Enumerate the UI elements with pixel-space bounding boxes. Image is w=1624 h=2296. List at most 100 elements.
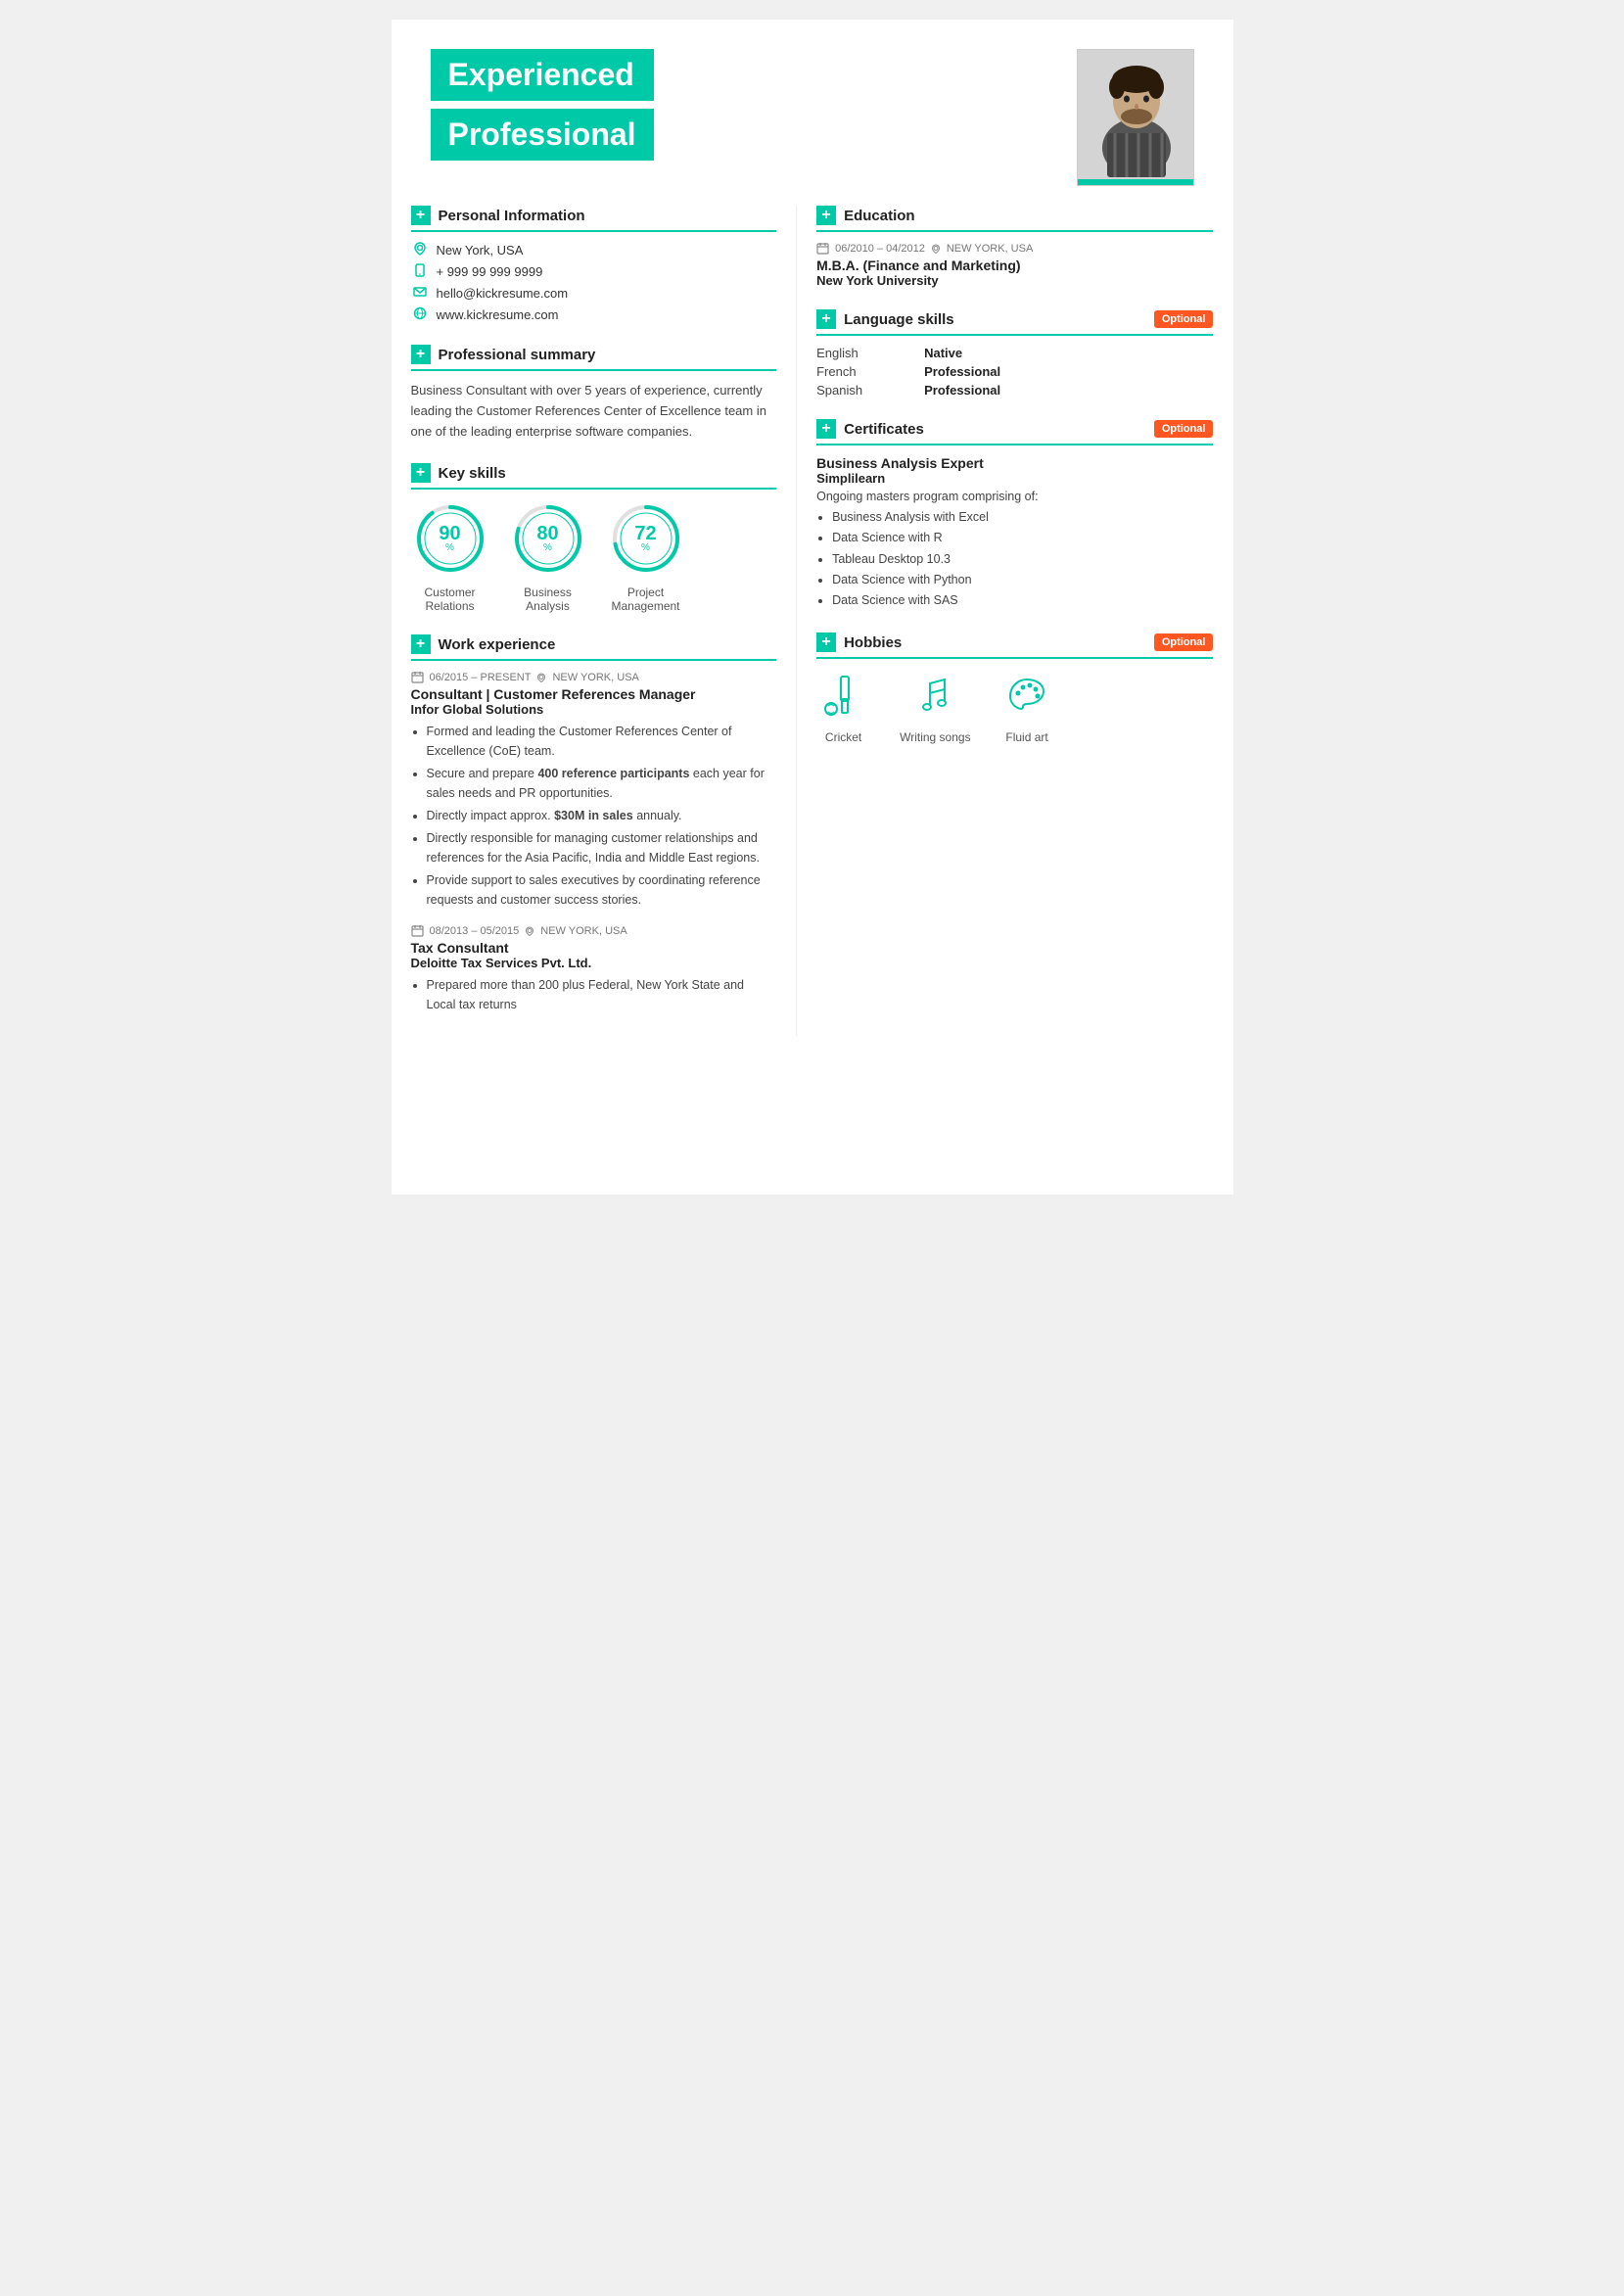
lang-row-french: French Professional bbox=[816, 364, 1213, 379]
work-bullet-1-5: Provide support to sales executives by c… bbox=[427, 870, 777, 910]
location-text: New York, USA bbox=[437, 243, 524, 258]
hobby-music-label: Writing songs bbox=[900, 730, 970, 744]
art-icon bbox=[1000, 669, 1054, 723]
language-plus-icon: + bbox=[816, 309, 836, 329]
education-section-header: + Education bbox=[816, 206, 1213, 232]
website-text: www.kickresume.com bbox=[437, 307, 559, 322]
education-plus-icon: + bbox=[816, 206, 836, 225]
skill-item-project: 72 % ProjectManagement bbox=[607, 499, 685, 613]
language-section-header: + Language skills Optional bbox=[816, 309, 1213, 336]
edu-location-1: NEW YORK, USA bbox=[947, 243, 1033, 255]
profile-photo bbox=[1077, 49, 1194, 186]
cert-bullet-5: Data Science with SAS bbox=[832, 590, 1213, 611]
work-item-2: 08/2013 – 05/2015 NEW YORK, USA Tax Cons… bbox=[411, 924, 777, 1014]
cert-bullet-2: Data Science with R bbox=[832, 528, 1213, 548]
lang-level-spanish: Professional bbox=[924, 383, 1000, 398]
email-text: hello@kickresume.com bbox=[437, 286, 569, 301]
work-bullets-2: Prepared more than 200 plus Federal, New… bbox=[411, 975, 777, 1014]
language-section-title: Language skills bbox=[844, 311, 954, 328]
lang-name-english: English bbox=[816, 346, 895, 360]
edu-degree-1: M.B.A. (Finance and Marketing) bbox=[816, 258, 1213, 273]
work-title-1: Consultant | Customer References Manager bbox=[411, 686, 777, 702]
resume-header: Experienced Professional bbox=[392, 20, 1233, 206]
work-bullet-2-1: Prepared more than 200 plus Federal, New… bbox=[427, 975, 777, 1014]
work-plus-icon: + bbox=[411, 634, 431, 654]
work-section-header: + Work experience bbox=[411, 634, 777, 661]
hobbies-section-header: + Hobbies Optional bbox=[816, 633, 1213, 659]
hobbies-plus-icon: + bbox=[816, 633, 836, 652]
edu-date-1: 06/2010 – 04/2012 bbox=[835, 243, 925, 255]
email-icon bbox=[411, 285, 429, 302]
hobbies-container: Cricket bbox=[816, 669, 1213, 744]
work-date-1: 06/2015 – PRESENT bbox=[430, 672, 532, 683]
cricket-icon bbox=[816, 669, 870, 723]
work-bullet-1-2: Secure and prepare 400 reference partici… bbox=[427, 764, 777, 803]
lang-name-spanish: Spanish bbox=[816, 383, 895, 398]
work-company-2: Deloitte Tax Services Pvt. Ltd. bbox=[411, 956, 777, 970]
phone-item: + 999 99 999 9999 bbox=[411, 263, 777, 280]
skill-circle-project: 72 % bbox=[607, 499, 685, 578]
work-section: + Work experience 06/2015 – PRESENT NEW … bbox=[411, 634, 777, 1014]
skill-item-business: 80 % BusinessAnalysis bbox=[509, 499, 587, 613]
skill-label-business: BusinessAnalysis bbox=[524, 586, 572, 613]
cert-issuer: Simplilearn bbox=[816, 471, 1213, 486]
education-section: + Education 06/2010 – 04/2012 NEW YORK, … bbox=[816, 206, 1213, 288]
personal-section-title: Personal Information bbox=[439, 208, 585, 224]
lang-row-english: English Native bbox=[816, 346, 1213, 360]
personal-section: + Personal Information New York, USA + 9… bbox=[411, 206, 777, 323]
phone-text: + 999 99 999 9999 bbox=[437, 264, 543, 279]
lang-name-french: French bbox=[816, 364, 895, 379]
work-item-1: 06/2015 – PRESENT NEW YORK, USA Consulta… bbox=[411, 671, 777, 910]
skills-section-title: Key skills bbox=[439, 465, 506, 482]
edu-item-1: 06/2010 – 04/2012 NEW YORK, USA M.B.A. (… bbox=[816, 242, 1213, 288]
skill-label-customer: CustomerRelations bbox=[424, 586, 475, 613]
title-line2: Professional bbox=[431, 109, 654, 161]
hobbies-section-title: Hobbies bbox=[844, 634, 902, 651]
personal-section-header: + Personal Information bbox=[411, 206, 777, 232]
summary-text: Business Consultant with over 5 years of… bbox=[411, 381, 777, 442]
certificates-section-header: + Certificates Optional bbox=[816, 419, 1213, 445]
skills-section: + Key skills 90 bbox=[411, 463, 777, 613]
summary-section-title: Professional summary bbox=[439, 347, 596, 363]
work-title-2: Tax Consultant bbox=[411, 940, 777, 956]
skill-value-customer: 90 bbox=[439, 524, 460, 543]
summary-section: + Professional summary Business Consulta… bbox=[411, 345, 777, 442]
hobby-cricket: Cricket bbox=[816, 669, 870, 744]
skills-container: 90 % CustomerRelations bbox=[411, 499, 777, 613]
location-icon bbox=[411, 242, 429, 258]
hobbies-section: + Hobbies Optional bbox=[816, 633, 1213, 744]
email-item: hello@kickresume.com bbox=[411, 285, 777, 302]
title-line1: Experienced bbox=[431, 49, 654, 101]
skills-section-header: + Key skills bbox=[411, 463, 777, 490]
skill-value-project: 72 bbox=[634, 524, 656, 543]
certificates-plus-icon: + bbox=[816, 419, 836, 439]
hobby-art-label: Fluid art bbox=[1005, 730, 1047, 744]
music-icon bbox=[908, 669, 962, 723]
summary-plus-icon: + bbox=[411, 345, 431, 364]
main-content: + Personal Information New York, USA + 9… bbox=[392, 206, 1233, 1065]
work-location-2: NEW YORK, USA bbox=[540, 925, 626, 937]
website-icon bbox=[411, 306, 429, 323]
edu-meta-1: 06/2010 – 04/2012 NEW YORK, USA bbox=[816, 242, 1213, 255]
phone-icon bbox=[411, 263, 429, 280]
work-bullet-1-1: Formed and leading the Customer Referenc… bbox=[427, 722, 777, 761]
certificates-section: + Certificates Optional Business Analysi… bbox=[816, 419, 1213, 611]
right-column: + Education 06/2010 – 04/2012 NEW YORK, … bbox=[796, 206, 1213, 1036]
skill-value-business: 80 bbox=[536, 524, 558, 543]
certificates-section-title: Certificates bbox=[844, 421, 924, 438]
skill-circle-customer: 90 % bbox=[411, 499, 489, 578]
skill-circle-business: 80 % bbox=[509, 499, 587, 578]
work-bullets-1: Formed and leading the Customer Referenc… bbox=[411, 722, 777, 910]
lang-level-french: Professional bbox=[924, 364, 1000, 379]
language-optional-badge: Optional bbox=[1154, 310, 1214, 328]
hobby-art: Fluid art bbox=[1000, 669, 1054, 744]
work-date-2: 08/2013 – 05/2015 bbox=[430, 925, 520, 937]
work-bullet-1-3: Directly impact approx. $30M in sales an… bbox=[427, 806, 777, 825]
work-company-1: Infor Global Solutions bbox=[411, 702, 777, 717]
location-item: New York, USA bbox=[411, 242, 777, 258]
left-column: + Personal Information New York, USA + 9… bbox=[411, 206, 797, 1036]
cert-description: Ongoing masters program comprising of: bbox=[816, 490, 1213, 503]
language-table: English Native French Professional Spani… bbox=[816, 346, 1213, 398]
lang-row-spanish: Spanish Professional bbox=[816, 383, 1213, 398]
work-meta-2: 08/2013 – 05/2015 NEW YORK, USA bbox=[411, 924, 777, 937]
